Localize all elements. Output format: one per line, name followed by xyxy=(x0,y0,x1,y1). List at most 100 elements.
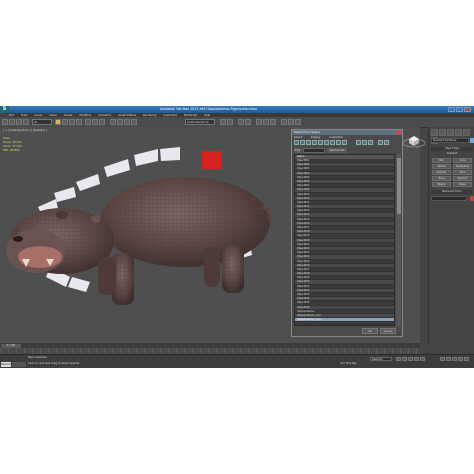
go-to-end-icon[interactable] xyxy=(420,357,425,361)
next-frame-icon[interactable] xyxy=(414,357,419,361)
rectangle-selection-icon[interactable] xyxy=(69,119,75,125)
hierarchy-tab-icon[interactable] xyxy=(447,129,454,136)
display-geometry-icon[interactable] xyxy=(294,140,299,145)
app-logo-icon[interactable]: S xyxy=(0,106,9,113)
mirror-icon[interactable] xyxy=(220,119,226,125)
display-bones-icon[interactable] xyxy=(342,140,347,145)
autogrid-checkbox[interactable]: AutoGrid xyxy=(431,152,473,156)
display-helpers-icon[interactable] xyxy=(318,140,323,145)
create-tab-icon[interactable] xyxy=(431,129,438,136)
dialog-title[interactable]: Select From Scene xyxy=(292,130,402,135)
display-tab-icon[interactable] xyxy=(463,129,470,136)
scale-icon[interactable] xyxy=(99,119,105,125)
display-shapes-icon[interactable] xyxy=(300,140,305,145)
select-object-icon[interactable] xyxy=(55,119,61,125)
go-to-start-icon[interactable] xyxy=(396,357,401,361)
display-groups-icon[interactable] xyxy=(330,140,335,145)
rotate-icon[interactable] xyxy=(92,119,98,125)
zoom-icon[interactable] xyxy=(440,357,445,361)
named-selection-set-input[interactable]: Create Selection Se xyxy=(185,119,215,125)
material-editor-icon[interactable] xyxy=(270,119,276,125)
select-invert-icon[interactable] xyxy=(368,140,373,145)
link-icon[interactable] xyxy=(16,119,22,125)
modify-tab-icon[interactable] xyxy=(439,129,446,136)
command-panel-tabs xyxy=(431,129,473,144)
redo-icon[interactable] xyxy=(9,119,15,125)
render-setup-icon[interactable] xyxy=(281,119,287,125)
dialog-close-icon[interactable] xyxy=(396,131,401,134)
layer-manager-icon[interactable] xyxy=(238,119,244,125)
display-cameras-icon[interactable] xyxy=(312,140,317,145)
angle-snap-icon[interactable] xyxy=(117,119,123,125)
viewport-label[interactable]: [ + ] [ Perspective ] [ Realistic ] xyxy=(3,128,47,132)
primitive-type-dropdown[interactable]: Standard Primitives xyxy=(431,138,469,143)
object-type-header[interactable]: Object Type xyxy=(431,147,473,151)
selection-filter-dropdown[interactable]: All xyxy=(32,119,52,125)
snap-icon[interactable] xyxy=(110,119,116,125)
list-scrollbar[interactable] xyxy=(396,154,401,326)
selection-status: None Selected xyxy=(28,356,47,359)
undo-icon[interactable] xyxy=(2,119,8,125)
orbit-icon[interactable] xyxy=(458,357,463,361)
name-and-color-header[interactable]: Name and Color xyxy=(431,190,473,194)
window-crossing-icon[interactable] xyxy=(76,119,82,125)
minimize-button[interactable] xyxy=(448,107,455,112)
select-by-name-icon[interactable] xyxy=(62,119,68,125)
display-lights-icon[interactable] xyxy=(306,140,311,145)
select-none-icon[interactable] xyxy=(362,140,367,145)
play-icon[interactable] xyxy=(408,357,413,361)
schematic-view-icon[interactable] xyxy=(263,119,269,125)
object-name-input[interactable] xyxy=(431,196,467,201)
pan-icon[interactable] xyxy=(452,357,457,361)
tube-button[interactable]: Tube xyxy=(453,170,472,175)
align-icon[interactable] xyxy=(227,119,233,125)
motion-tab-icon[interactable] xyxy=(455,129,462,136)
torus-button[interactable]: Torus xyxy=(432,176,451,181)
object-color-swatch[interactable] xyxy=(470,138,474,143)
pyramid-button[interactable]: Pyramid xyxy=(453,176,472,181)
move-icon[interactable] xyxy=(85,119,91,125)
teapot-button[interactable]: Teapot xyxy=(432,182,451,187)
time-slider[interactable]: 0 / 100 xyxy=(1,343,21,348)
key-filter-dropdown[interactable]: Selected xyxy=(370,357,392,361)
sync-selection-icon[interactable] xyxy=(378,140,383,145)
display-children-icon[interactable] xyxy=(384,140,389,145)
render-production-icon[interactable] xyxy=(295,119,301,125)
close-button[interactable] xyxy=(464,107,471,112)
name-color-swatch[interactable] xyxy=(470,196,474,201)
maxscript-listener-label[interactable]: Welcome to M xyxy=(1,362,12,367)
viewcube-icon[interactable] xyxy=(402,134,426,148)
display-spacewarps-icon[interactable] xyxy=(324,140,329,145)
maxscript-mini-listener[interactable] xyxy=(12,362,26,367)
dialog-menu-select[interactable]: Select xyxy=(294,136,302,139)
box-button[interactable]: Box xyxy=(432,158,451,163)
display-xrefs-icon[interactable] xyxy=(336,140,341,145)
percent-snap-icon[interactable] xyxy=(124,119,130,125)
app-window: S Autodesk 3ds Max 2012 x64 Hippopotamus… xyxy=(0,106,474,368)
select-all-icon[interactable] xyxy=(356,140,361,145)
maximize-button[interactable] xyxy=(456,107,463,112)
prompt-line: Click or click-and-drag to select object… xyxy=(28,362,80,365)
previous-frame-icon[interactable] xyxy=(402,357,407,361)
cylinder-button[interactable]: Cylinder xyxy=(432,170,451,175)
dialog-menu-customize[interactable]: Customize xyxy=(329,136,343,139)
geosphere-button[interactable]: GeoSphere xyxy=(453,164,472,169)
scrollbar-thumb[interactable] xyxy=(396,158,401,214)
cancel-button[interactable]: Cancel xyxy=(380,328,396,334)
rendered-frame-icon[interactable] xyxy=(288,119,294,125)
dialog-menu-display[interactable]: Display xyxy=(311,136,321,139)
ok-button[interactable]: OK xyxy=(362,328,378,334)
viewport-statistics: Total Polys: 26,122 Verts: 27,344 FPS: 9… xyxy=(3,136,22,152)
unlink-icon[interactable] xyxy=(23,119,29,125)
graphite-ribbon-icon[interactable] xyxy=(245,119,251,125)
find-input[interactable] xyxy=(303,148,325,153)
maximize-viewport-icon[interactable] xyxy=(464,357,469,361)
cone-button[interactable]: Cone xyxy=(453,158,472,163)
curve-editor-icon[interactable] xyxy=(256,119,262,125)
zoom-all-icon[interactable] xyxy=(446,357,451,361)
add-time-tag[interactable]: Add Time Tag xyxy=(340,362,356,365)
spinner-snap-icon[interactable] xyxy=(131,119,137,125)
plane-button[interactable]: Plane xyxy=(453,182,472,187)
sphere-button[interactable]: Sphere xyxy=(432,164,451,169)
list-item[interactable]: Hippopotamus_Lmo... xyxy=(295,318,394,323)
